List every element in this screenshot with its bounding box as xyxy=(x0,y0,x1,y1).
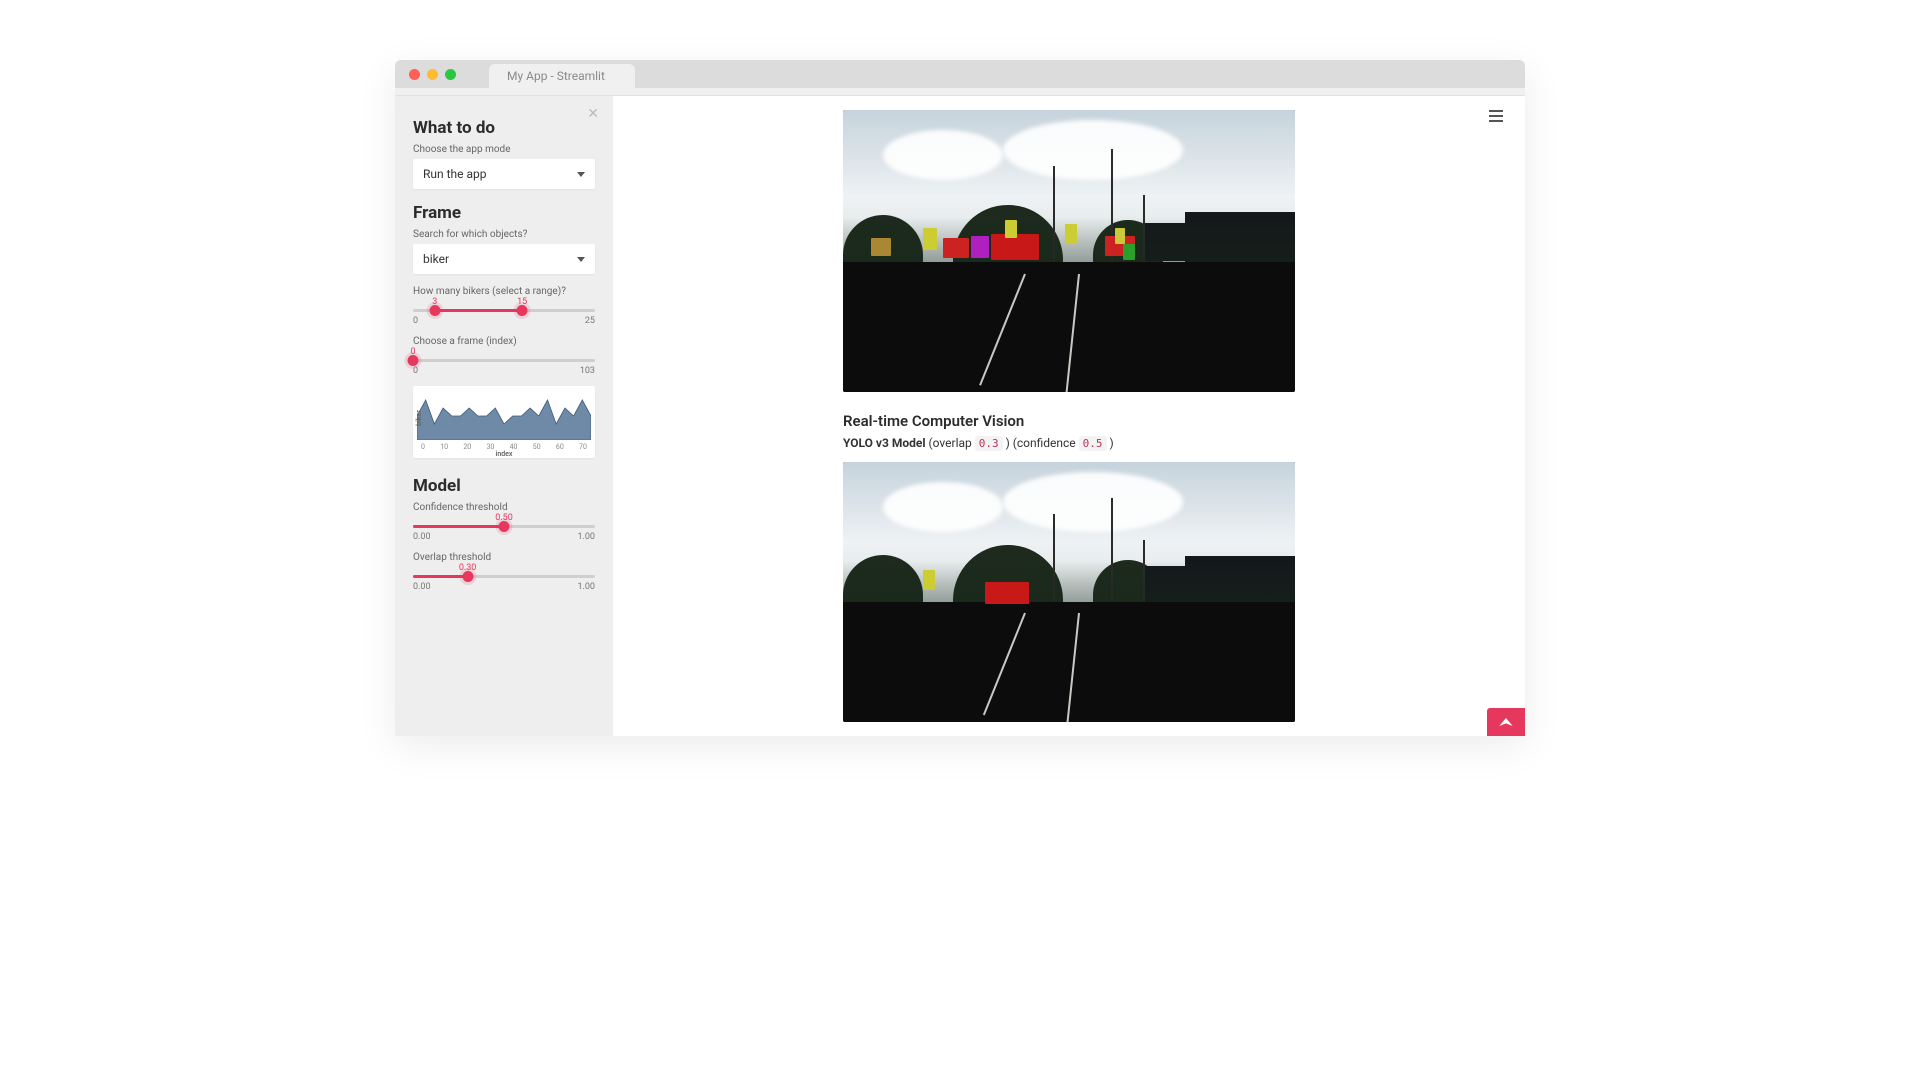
browser-tab[interactable]: My App - Streamlit xyxy=(489,64,635,88)
overlap-max: 1.00 xyxy=(577,582,595,592)
frame-max: 103 xyxy=(580,366,595,376)
streamlit-icon xyxy=(1498,716,1514,728)
object-select[interactable]: biker xyxy=(413,244,595,274)
main: Real-time Computer Vision YOLO v3 Model … xyxy=(613,96,1525,736)
url-bar[interactable] xyxy=(395,88,1525,96)
section-frame-title: Frame xyxy=(413,203,595,223)
range-thumb-high[interactable] xyxy=(517,305,528,316)
range-min: 0 xyxy=(413,316,418,326)
bbox xyxy=(1123,244,1135,260)
model-output-image xyxy=(843,462,1295,722)
caption: Real-time Computer Vision YOLO v3 Model … xyxy=(843,412,1295,450)
browser-window: My App - Streamlit ✕ What to do Choose t… xyxy=(395,60,1525,736)
confidence-thumb[interactable] xyxy=(499,521,510,532)
frame-thumb[interactable] xyxy=(408,355,419,366)
chart-ylabel: biker xyxy=(415,410,423,426)
bbox xyxy=(871,238,891,256)
titlebar: My App - Streamlit xyxy=(395,60,1525,88)
range-label: How many bikers (select a range)? xyxy=(413,286,595,297)
overlap-label: Overlap threshold xyxy=(413,552,595,563)
bbox xyxy=(923,570,935,590)
chevron-down-icon xyxy=(577,172,585,177)
confidence-max: 1.00 xyxy=(577,532,595,542)
sidebar: ✕ What to do Choose the app mode Run the… xyxy=(395,96,613,736)
close-window-icon[interactable] xyxy=(409,69,420,80)
minimize-window-icon[interactable] xyxy=(427,69,438,80)
tab-title: My App - Streamlit xyxy=(507,69,605,83)
overlap-thumb[interactable] xyxy=(462,571,473,582)
hamburger-menu-icon[interactable] xyxy=(1489,110,1503,122)
chevron-down-icon xyxy=(577,257,585,262)
overlap-word: overlap xyxy=(933,436,972,450)
bbox xyxy=(985,582,1029,604)
sparkline-svg xyxy=(417,392,591,440)
model-line: YOLO v3 Model (overlap 0.3 ) (confidence… xyxy=(843,436,1295,450)
ground-truth-image xyxy=(843,110,1295,392)
confidence-label: Confidence threshold xyxy=(413,502,595,513)
bbox xyxy=(943,238,969,258)
bbox xyxy=(971,236,989,258)
maximize-window-icon[interactable] xyxy=(445,69,456,80)
confidence-readout: 0.5 xyxy=(1079,436,1107,451)
streamlit-badge[interactable] xyxy=(1487,708,1525,736)
sparkline-chart: biker 010203040506070 index xyxy=(413,386,595,458)
close-sidebar-icon[interactable]: ✕ xyxy=(587,106,599,122)
object-label: Search for which objects? xyxy=(413,229,595,240)
overlap-slider[interactable]: 0.30 0.00 1.00 xyxy=(413,575,595,592)
frame-label: Choose a frame (index) xyxy=(413,336,595,347)
content-panel: Real-time Computer Vision YOLO v3 Model … xyxy=(843,110,1295,722)
model-name: YOLO v3 Model xyxy=(843,436,926,450)
window-controls[interactable] xyxy=(409,69,456,80)
object-value: biker xyxy=(423,252,449,266)
confidence-min: 0.00 xyxy=(413,532,431,542)
overlap-readout: 0.3 xyxy=(975,436,1003,451)
app-mode-value: Run the app xyxy=(423,167,487,181)
section-what-title: What to do xyxy=(413,118,595,138)
confidence-word: confidence xyxy=(1017,436,1076,450)
bbox xyxy=(1115,228,1125,244)
bbox xyxy=(1065,224,1077,244)
bbox xyxy=(923,228,937,250)
chart-xlabel: index xyxy=(417,450,591,458)
frame-slider[interactable]: 0 0 103 xyxy=(413,359,595,376)
app: ✕ What to do Choose the app mode Run the… xyxy=(395,96,1525,736)
bbox xyxy=(1005,220,1017,238)
confidence-slider[interactable]: 0.50 0.00 1.00 xyxy=(413,525,595,542)
section-model-title: Model xyxy=(413,476,595,496)
range-max: 25 xyxy=(585,316,595,326)
main-heading: Real-time Computer Vision xyxy=(843,412,1295,430)
frame-min: 0 xyxy=(413,366,418,376)
app-mode-select[interactable]: Run the app xyxy=(413,159,595,189)
range-slider[interactable]: 3 15 0 25 xyxy=(413,309,595,326)
overlap-min: 0.00 xyxy=(413,582,431,592)
range-thumb-low[interactable] xyxy=(429,305,440,316)
app-mode-label: Choose the app mode xyxy=(413,144,595,155)
